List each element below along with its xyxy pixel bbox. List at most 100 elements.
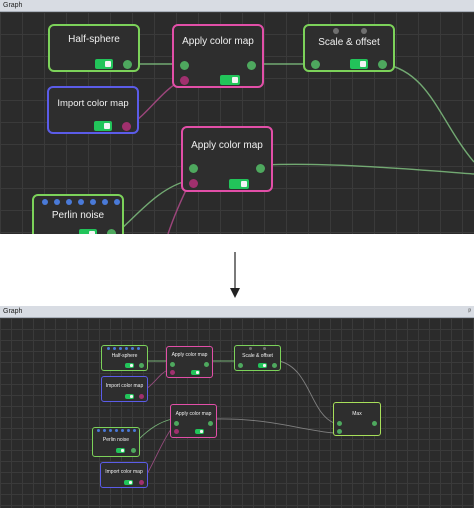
node-apply-color-map[interactable]: Apply color map (170, 404, 217, 438)
parameter-port[interactable] (137, 347, 140, 350)
node-import-color-map[interactable]: Import color map (47, 86, 139, 134)
color-map-output-port[interactable] (139, 480, 144, 485)
parameter-port[interactable] (121, 429, 124, 432)
input-port[interactable] (189, 164, 198, 173)
output-port[interactable] (256, 164, 265, 173)
input-port[interactable] (311, 60, 320, 69)
parameter-port[interactable] (90, 199, 96, 205)
enable-toggle[interactable] (220, 75, 240, 85)
node-label: Import color map (105, 383, 144, 389)
node-max[interactable]: Max (333, 402, 381, 436)
node-label: Import color map (57, 98, 129, 109)
node-label: Scale & offset (242, 353, 273, 359)
enable-toggle[interactable] (124, 480, 133, 485)
wire-import-to-apply (145, 369, 169, 390)
input-port[interactable] (174, 421, 179, 426)
parameter-port[interactable] (66, 199, 72, 205)
parameter-port[interactable] (103, 429, 106, 432)
output-port[interactable] (372, 421, 377, 426)
output-port[interactable] (204, 362, 209, 367)
color-map-input-port[interactable] (180, 76, 189, 85)
input-port[interactable] (337, 421, 342, 426)
parameter-port[interactable] (115, 429, 118, 432)
graph-canvas[interactable]: Half-sphere Apply color map Scale & offs… (0, 318, 474, 508)
parameter-port[interactable] (113, 347, 116, 350)
node-label: Half-sphere (68, 34, 120, 45)
wire-import2-to-apply2 (145, 427, 173, 477)
down-arrow-icon (230, 252, 240, 298)
output-port[interactable] (208, 421, 213, 426)
pin-icon[interactable]: ᵖ (468, 306, 471, 317)
output-port[interactable] (107, 229, 116, 234)
node-apply-color-map[interactable]: Apply color map (181, 126, 273, 192)
enable-toggle[interactable] (94, 121, 112, 131)
enable-toggle[interactable] (229, 179, 249, 189)
parameter-port[interactable] (119, 347, 122, 350)
parameter-port[interactable] (97, 429, 100, 432)
node-perlin-noise[interactable]: Perlin noise (92, 427, 140, 457)
node-scale-offset[interactable]: Scale & offset (303, 24, 395, 72)
graph-title: Graph (3, 308, 23, 315)
enable-toggle[interactable] (125, 363, 134, 368)
node-scale-offset[interactable]: Scale & offset (234, 345, 281, 371)
node-apply-color-map[interactable]: Apply color map (172, 24, 264, 88)
parameter-port[interactable] (42, 199, 48, 205)
color-map-input-port[interactable] (189, 179, 198, 188)
node-apply-color-map[interactable]: Apply color map (166, 346, 213, 378)
parameter-port[interactable] (131, 347, 134, 350)
parameter-port[interactable] (109, 429, 112, 432)
enable-toggle[interactable] (95, 59, 113, 69)
output-port[interactable] (247, 61, 256, 70)
color-map-input-port[interactable] (174, 429, 179, 434)
parameter-port[interactable] (114, 199, 120, 205)
enable-toggle[interactable] (116, 448, 125, 453)
enable-toggle[interactable] (79, 229, 97, 234)
output-port[interactable] (123, 60, 132, 69)
parameter-port[interactable] (107, 347, 110, 350)
parameter-port[interactable] (333, 28, 339, 34)
node-label: Apply color map (175, 411, 212, 417)
enable-toggle[interactable] (125, 394, 134, 399)
color-map-output-port[interactable] (122, 122, 131, 131)
node-import-color-map[interactable]: Import color map (101, 376, 148, 402)
output-port[interactable] (131, 448, 136, 453)
color-map-output-port[interactable] (139, 394, 144, 399)
wire-scale-out (383, 63, 474, 163)
node-half-sphere[interactable]: Half-sphere (101, 345, 148, 371)
graph-titlebar: Graph (0, 0, 474, 12)
wire-apply2-out (263, 163, 474, 175)
color-map-input-port[interactable] (170, 370, 175, 375)
parameter-port[interactable] (125, 347, 128, 350)
node-label: Max (352, 411, 362, 417)
output-port[interactable] (139, 363, 144, 368)
node-perlin-noise[interactable]: Perlin noise (32, 194, 124, 234)
input-port[interactable] (170, 362, 175, 367)
graph-canvas[interactable]: Half-sphere Apply color map Scale & offs… (0, 12, 474, 234)
node-label: Half-sphere (111, 353, 138, 359)
parameter-port[interactable] (249, 347, 252, 350)
output-port[interactable] (378, 60, 387, 69)
parameter-port[interactable] (263, 347, 266, 350)
graph-panel-zoomed: Graph Half-sphere Apply color map Scale … (0, 0, 474, 234)
enable-toggle[interactable] (258, 363, 267, 368)
node-label: Apply color map (182, 36, 254, 47)
graph-titlebar: Graph ᵖ (0, 306, 474, 318)
node-half-sphere[interactable]: Half-sphere (48, 24, 140, 72)
parameter-port[interactable] (102, 199, 108, 205)
parameter-port[interactable] (133, 429, 136, 432)
parameter-port[interactable] (54, 199, 60, 205)
enable-toggle[interactable] (195, 429, 204, 434)
parameter-port[interactable] (127, 429, 130, 432)
parameter-port[interactable] (361, 28, 367, 34)
node-label: Apply color map (171, 352, 208, 358)
graph-title: Graph (3, 2, 23, 9)
output-port[interactable] (272, 363, 277, 368)
parameter-port[interactable] (78, 199, 84, 205)
input-port[interactable] (180, 61, 189, 70)
enable-toggle[interactable] (350, 59, 368, 69)
input-port[interactable] (238, 363, 243, 368)
graph-panel-overview: Graph ᵖ Half-sphere Apply color map Scal… (0, 306, 474, 508)
node-import-color-map[interactable]: Import color map (100, 462, 148, 488)
input-port[interactable] (337, 429, 342, 434)
enable-toggle[interactable] (191, 370, 200, 375)
